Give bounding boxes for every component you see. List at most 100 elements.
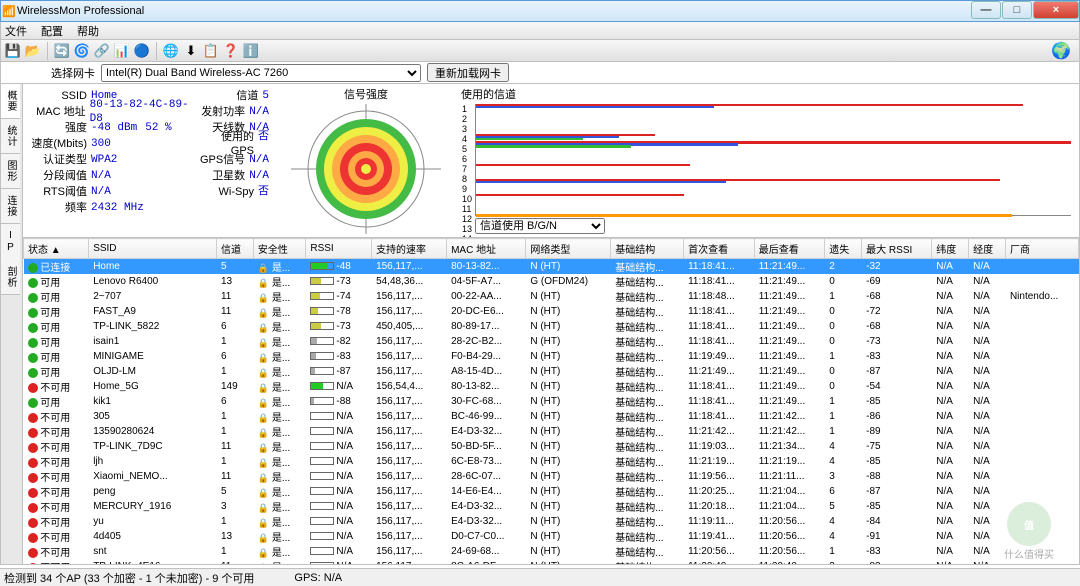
toolbar-button-4[interactable]: 🌀: [73, 42, 91, 60]
reload-adapter-button[interactable]: 重新加载网卡: [427, 63, 509, 82]
vtab-1[interactable]: 统计: [1, 119, 20, 154]
main-area: 概要统计图形连接IP 剖析 SSIDHome 信道5 MAC 地址80-13-8…: [0, 84, 1080, 565]
table-row[interactable]: 不可用yu1🔒 是...N/A156,117,...E4-D3-32...N (…: [24, 514, 1079, 529]
col-10[interactable]: 最后查看: [754, 239, 825, 259]
toolbar-button-9[interactable]: 🌐: [162, 42, 180, 60]
chan-bar: [476, 145, 631, 147]
menu-help[interactable]: 帮助: [77, 23, 99, 39]
status-dot-icon: [28, 338, 38, 348]
adapter-select[interactable]: Intel(R) Dual Band Wireless-AC 7260: [101, 64, 421, 82]
table-row[interactable]: 已连接Home5🔒 是...-48156,117,...80-13-82...N…: [24, 259, 1079, 275]
table-row[interactable]: 不可用TP-LINK_4E1611🔒 是...N/A156,117,...8C-…: [24, 559, 1079, 564]
col-0[interactable]: 状态 ▲: [24, 239, 89, 259]
col-1[interactable]: SSID: [89, 239, 217, 259]
toolbar-button-13[interactable]: ℹ️: [242, 42, 260, 60]
vtab-4[interactable]: IP 剖析: [1, 224, 20, 295]
menu-config[interactable]: 配置: [41, 23, 63, 39]
toolbar-button-1[interactable]: 📂: [24, 42, 42, 60]
channel-mode-select[interactable]: 信道使用 B/G/N: [475, 218, 605, 234]
vtab-0[interactable]: 概要: [1, 84, 20, 119]
maximize-button[interactable]: □: [1002, 1, 1032, 19]
globe-icon[interactable]: 🌍: [1051, 41, 1071, 61]
toolbar-button-5[interactable]: 🔗: [93, 42, 111, 60]
table-row[interactable]: 不可用peng5🔒 是...N/A156,117,...14-E6-E4...N…: [24, 484, 1079, 499]
col-7[interactable]: 网络类型: [526, 239, 611, 259]
col-2[interactable]: 信道: [216, 239, 253, 259]
col-15[interactable]: 厂商: [1005, 239, 1078, 259]
rssi-bar-icon: [310, 382, 334, 390]
vtab-3[interactable]: 连接: [1, 189, 20, 224]
col-14[interactable]: 经度: [969, 239, 1006, 259]
lock-icon: 🔒: [258, 308, 269, 318]
lock-icon: 🔒: [258, 488, 269, 498]
status-dot-icon: [28, 473, 38, 483]
col-8[interactable]: 基础结构: [611, 239, 684, 259]
table-row[interactable]: 不可用Home_5G149🔒 是...N/A156,54,4...80-13-8…: [24, 379, 1079, 394]
toolbar-button-6[interactable]: 📊: [113, 42, 131, 60]
rssi-bar-icon: [310, 307, 334, 315]
status-bar: 检测到 34 个AP (33 个加密 - 1 个未加密) - 9 个可用 GPS…: [0, 568, 1080, 586]
table-row[interactable]: 可用MINIGAME6🔒 是...-83156,117,...F0-B4-29.…: [24, 349, 1079, 364]
table-row[interactable]: 可用FAST_A911🔒 是...-78156,117,...20-DC-E6.…: [24, 304, 1079, 319]
table-row[interactable]: 可用OLJD-LM1🔒 是...-87156,117,...A8-15-4D..…: [24, 364, 1079, 379]
toolbar: 💾📂 🔄🌀🔗📊🔵 🌐⬇📋❓ℹ️ 🌍: [0, 40, 1080, 62]
vtab-2[interactable]: 图形: [1, 154, 20, 189]
close-button[interactable]: ×: [1033, 1, 1079, 19]
rssi-bar-icon: [310, 532, 334, 540]
freq-label: 频率: [29, 201, 91, 215]
table-row[interactable]: 不可用4d40513🔒 是...N/A156,117,...D0-C7-C0..…: [24, 529, 1079, 544]
col-11[interactable]: 遗失: [825, 239, 862, 259]
rssi-bar-icon: [310, 412, 334, 420]
table-row[interactable]: 可用2~70711🔒 是...-74156,117,...00-22-AA...…: [24, 289, 1079, 304]
rssi-bar-icon: [310, 487, 334, 495]
rssi-bar-icon: [310, 442, 334, 450]
toolbar-button-10[interactable]: ⬇: [182, 42, 200, 60]
col-3[interactable]: 安全性: [253, 239, 306, 259]
col-9[interactable]: 首次查看: [684, 239, 755, 259]
toolbar-button-12[interactable]: ❓: [222, 42, 240, 60]
window-title: WirelessMon Professional: [17, 5, 144, 17]
minimize-button[interactable]: —: [971, 1, 1001, 19]
lock-icon: 🔒: [258, 458, 269, 468]
table-row[interactable]: 可用isain11🔒 是...-82156,117,...28-2C-B2...…: [24, 334, 1079, 349]
lock-icon: 🔒: [258, 563, 269, 564]
menu-file[interactable]: 文件: [5, 23, 27, 39]
table-row[interactable]: 不可用MERCURY_19163🔒 是...N/A156,117,...E4-D…: [24, 499, 1079, 514]
ap-table[interactable]: 状态 ▲SSID信道安全性RSSI支持的速率MAC 地址网络类型基础结构首次查看…: [23, 238, 1079, 564]
col-5[interactable]: 支持的速率: [372, 239, 447, 259]
table-row[interactable]: 不可用3051🔒 是...N/A156,117,...BC-46-99...N …: [24, 409, 1079, 424]
table-row[interactable]: 不可用Xiaomi_NEMO...11🔒 是...N/A156,117,...2…: [24, 469, 1079, 484]
toolbar-button-0[interactable]: 💾: [4, 42, 22, 60]
strength-value: -48 dBm: [91, 121, 137, 135]
status-dot-icon: [28, 323, 38, 333]
table-row[interactable]: 可用Lenovo R640013🔒 是...-7354,48,36...04-5…: [24, 274, 1079, 289]
table-row[interactable]: 不可用TP-LINK_7D9C11🔒 是...N/A156,117,...50-…: [24, 439, 1079, 454]
col-13[interactable]: 纬度: [932, 239, 969, 259]
status-dot-icon: [28, 533, 38, 543]
chan-bar: [476, 181, 726, 183]
toolbar-button-7[interactable]: 🔵: [133, 42, 151, 60]
signal-radar: [291, 104, 441, 234]
toolbar-button-11[interactable]: 📋: [202, 42, 220, 60]
lock-icon: 🔒: [258, 533, 269, 543]
table-row[interactable]: 不可用135902806241🔒 是...N/A156,117,...E4-D3…: [24, 424, 1079, 439]
status-dot-icon: [28, 368, 38, 378]
txpower-label: 发射功率: [199, 105, 249, 119]
col-12[interactable]: 最大 RSSI: [862, 239, 932, 259]
toolbar-button-3[interactable]: 🔄: [53, 42, 71, 60]
rssi-bar-icon: [310, 397, 334, 405]
channel-title: 使用的信道: [461, 86, 1071, 102]
lock-icon: 🔒: [258, 428, 269, 438]
table-row[interactable]: 可用TP-LINK_58226🔒 是...-73450,405,...80-89…: [24, 319, 1079, 334]
lock-icon: 🔒: [258, 398, 269, 408]
col-6[interactable]: MAC 地址: [447, 239, 526, 259]
rssi-bar-icon: [310, 457, 334, 465]
chan-bar: [476, 194, 684, 196]
table-row[interactable]: 可用kik16🔒 是...-88156,117,...30-FC-68...N …: [24, 394, 1079, 409]
table-row[interactable]: 不可用snt1🔒 是...N/A156,117,...24-69-68...N …: [24, 544, 1079, 559]
table-row[interactable]: 不可用ljh1🔒 是...N/A156,117,...6C-E8-73...N …: [24, 454, 1079, 469]
wispy-value: 否: [258, 185, 269, 199]
chan-bar: [476, 106, 714, 108]
auth-label: 认证类型: [29, 153, 91, 167]
col-4[interactable]: RSSI: [306, 239, 372, 259]
